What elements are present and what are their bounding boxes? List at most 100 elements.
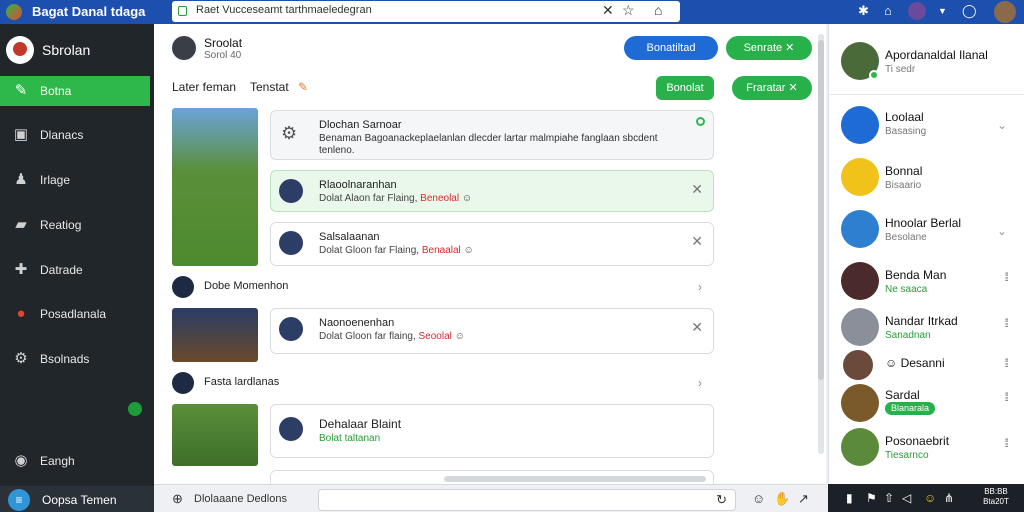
bonolat-button[interactable]: Bonolat xyxy=(656,76,714,100)
chat-header-subtitle: Sorol 40 xyxy=(204,50,242,61)
clock[interactable]: BB:BB Bta20T xyxy=(976,487,1016,507)
contact-item[interactable]: ☺ Desanni ⁞⁞ xyxy=(829,350,1024,384)
star-icon[interactable]: ☆ xyxy=(622,2,635,19)
contact-item[interactable]: Loolaal Basasing ⌄ xyxy=(829,106,1024,148)
extensions-icon[interactable]: ✱ xyxy=(858,3,869,19)
drag-handle-icon[interactable]: ⁞⁞ xyxy=(1004,316,1008,330)
close-icon[interactable]: ✕ xyxy=(602,2,614,19)
emoji-icon[interactable]: ☺ xyxy=(752,491,765,506)
sidebar-item-reatiog[interactable]: ▰ Reatiog xyxy=(0,210,154,240)
contact-status: Ti sedr xyxy=(885,64,916,75)
pencil-icon[interactable]: ✎ xyxy=(298,80,308,94)
list-item[interactable]: Dehalaar Blaint Bolat taltanan xyxy=(270,404,714,458)
chat-icon: ✎ xyxy=(14,82,28,99)
network-icon[interactable]: ⋔ xyxy=(944,491,954,505)
contact-item[interactable]: Sardal Blanarala ⁞⁞ xyxy=(829,382,1024,422)
contact-item[interactable]: Posonaebrit Tiesarnco ⁞⁞ xyxy=(829,428,1024,468)
horizontal-scrollbar[interactable] xyxy=(444,476,706,482)
sidebar-item-label: Eangh xyxy=(40,454,75,468)
lock-status-icon[interactable]: ⌂ xyxy=(654,2,662,18)
flag-icon[interactable]: ⚑ xyxy=(866,491,877,505)
sidebar-item-datrade[interactable]: ✚ Datrade xyxy=(0,255,154,285)
inbox-icon: ▣ xyxy=(13,126,29,143)
list-item[interactable]: Rlaoolnaranhan Dolat Alaon far Flaing, B… xyxy=(270,170,714,212)
sidebar-item-label: Irlage xyxy=(40,173,71,187)
contact-item[interactable]: Hnoolar Berlal Besolane ⌄ xyxy=(829,210,1024,252)
contact-status: Basasing xyxy=(885,126,927,137)
sidebar-item-label: Bsolnads xyxy=(40,352,90,366)
button-label: Fraratar xyxy=(746,82,786,94)
green-action-button[interactable]: Senrate ✕ xyxy=(726,36,812,60)
workspace-icon: ≡ xyxy=(8,489,30,511)
notice-title: Dlochan Sarnoar xyxy=(319,119,402,131)
contact-name: Loolaal xyxy=(885,110,924,124)
refresh-icon[interactable]: ↻ xyxy=(716,492,727,508)
game-thumbnail[interactable] xyxy=(172,308,258,362)
volume-icon[interactable]: ◁ xyxy=(902,491,911,505)
user-avatar[interactable] xyxy=(994,1,1016,23)
chevron-down-icon[interactable]: ▼ xyxy=(938,6,947,16)
sidebar-item-botna[interactable]: ✎ Botna xyxy=(0,76,150,106)
address-bar[interactable]: Raet Vucceseamt tarthmaeledegran ✕ ☆ ⌂ xyxy=(172,1,680,22)
section-title[interactable]: Fasta lardlanas xyxy=(204,376,279,388)
tab-tenstat[interactable]: Tenstat xyxy=(250,80,289,94)
vertical-scrollbar[interactable] xyxy=(818,34,824,454)
sidebar-item-eangh[interactable]: ◉ Eangh xyxy=(0,446,154,476)
close-icon[interactable]: ✕ xyxy=(691,181,703,198)
fraratar-button[interactable]: Fraratar ✕ xyxy=(732,76,812,100)
sidebar-item-posadlanala[interactable]: ● Posadlanala xyxy=(0,299,154,329)
drag-handle-icon[interactable]: ⁞⁞ xyxy=(1004,270,1008,284)
primary-action-button[interactable]: Bonatiltad xyxy=(624,36,718,60)
contact-item[interactable]: Nandar Itrkad Sanadnan ⁞⁞ xyxy=(829,308,1024,348)
card-meta: Dolat Gloon far flaing, Seoolal ☺ xyxy=(319,331,465,342)
main-panel: Sroolat Sorol 40 Bonatiltad Senrate ✕ La… xyxy=(154,24,826,484)
list-item[interactable]: Naonoenenhan Dolat Gloon far flaing, Seo… xyxy=(270,308,714,354)
contact-item[interactable]: Bonnal Bisaario xyxy=(829,158,1024,200)
avatar xyxy=(172,36,196,60)
emoji-icon[interactable]: ☺ xyxy=(924,491,936,505)
settings-icon: ⚙ xyxy=(14,350,28,367)
tab-later-feman[interactable]: Later feman xyxy=(172,80,236,94)
game-thumbnail[interactable] xyxy=(172,108,258,266)
app-icon[interactable]: ▮ xyxy=(846,491,853,505)
profile-avatar[interactable] xyxy=(908,2,926,20)
add-icon[interactable]: ⊕ xyxy=(172,491,183,507)
chevron-down-icon[interactable]: ⌄ xyxy=(997,224,1007,238)
notice-card[interactable]: ⚙ Dlochan Sarnoar Benaman Bagoanackeplae… xyxy=(270,110,714,160)
section-title[interactable]: Dobe Momenhon xyxy=(204,280,288,292)
scrollbar-thumb[interactable] xyxy=(818,40,824,380)
game-thumbnail[interactable] xyxy=(172,404,258,466)
chevron-right-icon[interactable]: › xyxy=(698,280,702,294)
avatar xyxy=(843,350,873,380)
list-item[interactable]: Salsalaanan Dolat Gloon far Flaing, Bena… xyxy=(270,222,714,266)
drag-handle-icon[interactable]: ⁞⁞ xyxy=(1004,356,1008,370)
contact-name: Posonaebrit xyxy=(885,434,950,448)
circle-icon[interactable]: ◯ xyxy=(962,3,977,19)
sidebar-item-dlanacs[interactable]: ▣ Dlanacs xyxy=(0,120,154,150)
home-icon[interactable]: ⌂ xyxy=(884,3,892,18)
sidebar-item-label: Reatiog xyxy=(40,218,82,232)
close-icon[interactable]: ✕ xyxy=(691,233,703,250)
alert-icon: ● xyxy=(16,305,26,322)
share-icon[interactable]: ↗ xyxy=(798,491,809,507)
chevron-down-icon[interactable]: ⌄ xyxy=(997,118,1007,132)
chat-header-name: Sroolat xyxy=(204,36,243,50)
app-logo-icon xyxy=(6,4,22,20)
address-text: Raet Vucceseamt tarthmaeledegran xyxy=(196,4,372,16)
sidebar-footer[interactable]: ≡ Oopsa Temen xyxy=(0,486,154,512)
card-meta: Dolat Alaon far Flaing, Beneolal ☺ xyxy=(319,193,473,204)
contact-item[interactable]: Apordanaldal Ilanal Ti sedr xyxy=(829,42,1024,86)
sidebar-item-bsolnads[interactable]: ⚙ Bsolnads xyxy=(0,344,154,374)
avatar xyxy=(6,36,34,64)
avatar xyxy=(279,317,303,341)
contact-item[interactable]: Benda Man Ne saaca ⁞⁞ xyxy=(829,262,1024,302)
message-input[interactable]: ↻ xyxy=(318,489,736,511)
drag-handle-icon[interactable]: ⁞⁞ xyxy=(1004,390,1008,404)
like-icon[interactable]: ✋ xyxy=(774,491,790,507)
drag-handle-icon[interactable]: ⁞⁞ xyxy=(1004,436,1008,450)
card-meta: Dolat Gloon far Flaing, Benaalal ☺ xyxy=(319,245,474,256)
upload-icon[interactable]: ⇧ xyxy=(884,491,894,505)
chevron-right-icon[interactable]: › xyxy=(698,376,702,390)
close-icon[interactable]: ✕ xyxy=(691,319,703,336)
sidebar-item-irlage[interactable]: ♟ Irlage xyxy=(0,165,154,195)
